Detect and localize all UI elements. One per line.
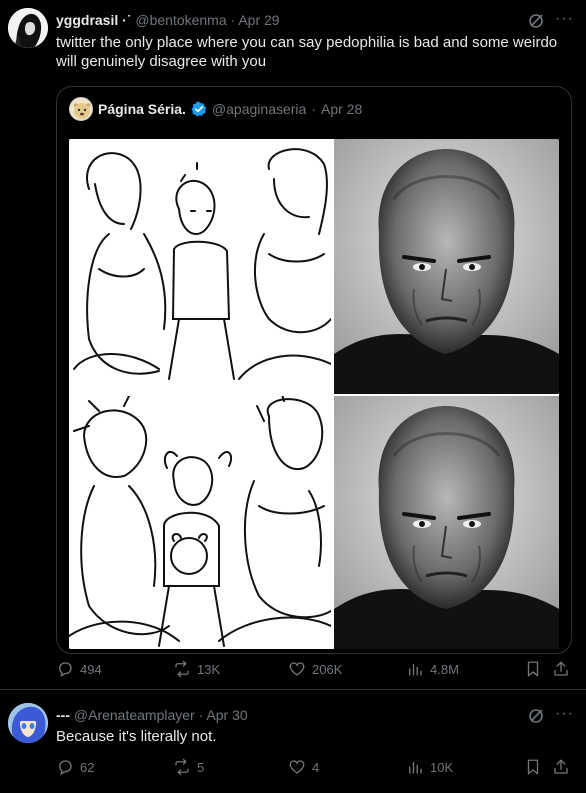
bookmark-icon: [527, 661, 539, 677]
tweet-actions: 494 13K 206K 4.8M: [56, 660, 572, 680]
quoted-tweet-header: Página Séria. @apaginaseria · Apr 28: [69, 97, 362, 121]
retweet-button[interactable]: 13K: [173, 660, 220, 678]
avatar[interactable]: [8, 8, 48, 48]
bookmark-icon: [527, 759, 539, 775]
more-icon[interactable]: ···: [555, 705, 574, 723]
separator: ·: [198, 707, 204, 723]
name-suffix: ·˙: [122, 12, 132, 28]
like-button[interactable]: 4: [288, 758, 319, 776]
like-count: 4: [312, 759, 320, 775]
media-image-grid[interactable]: [69, 139, 559, 649]
quoted-tweet[interactable]: Página Séria. @apaginaseria · Apr 28: [56, 86, 572, 654]
display-name[interactable]: yggdrasil: [56, 12, 118, 28]
grok-icon[interactable]: [528, 13, 544, 29]
handle[interactable]: @bentokenma: [135, 12, 226, 28]
retweet-icon: [175, 758, 189, 776]
reply-count: 494: [80, 661, 102, 677]
like-icon: [289, 662, 305, 676]
view-count: 10K: [430, 759, 454, 775]
views-button[interactable]: 4.8M: [406, 660, 459, 678]
retweet-icon: [175, 660, 189, 678]
bookmark-button[interactable]: [524, 758, 542, 776]
display-name[interactable]: ---: [56, 707, 70, 723]
share-icon: [554, 661, 568, 676]
bookmark-button[interactable]: [524, 660, 542, 678]
tweet-text: twitter the only place where you can say…: [56, 34, 558, 70]
timestamp[interactable]: Apr 29: [238, 12, 279, 28]
retweet-count: 5: [197, 759, 205, 775]
share-button[interactable]: [552, 758, 570, 776]
like-button[interactable]: 206K: [288, 660, 342, 678]
timestamp[interactable]: Apr 28: [321, 101, 362, 117]
display-name[interactable]: Página Séria.: [98, 101, 186, 117]
share-button[interactable]: [552, 660, 570, 678]
retweet-count: 13K: [197, 661, 221, 677]
reply-button[interactable]: 62: [56, 758, 94, 776]
separator: ·: [230, 12, 236, 28]
views-icon: [409, 663, 422, 676]
reply-count: 62: [80, 759, 95, 775]
avatar[interactable]: [69, 97, 93, 121]
view-count: 4.8M: [430, 661, 459, 677]
tweet-header: --- @Arenateamplayer · Apr 30: [56, 707, 248, 723]
tweet-actions: 62 5 4 10K: [56, 758, 572, 778]
photo-image: [334, 139, 559, 394]
handle[interactable]: @apaginaseria: [212, 101, 306, 117]
grok-icon[interactable]: [528, 708, 544, 724]
share-icon: [554, 759, 568, 774]
separator: ·: [311, 101, 316, 117]
more-icon[interactable]: ···: [555, 10, 574, 28]
tweet-header: yggdrasil ·˙ @bentokenma · Apr 29: [56, 12, 280, 28]
sketch-image: [69, 139, 331, 394]
views-icon: [409, 761, 422, 774]
timestamp[interactable]: Apr 30: [206, 707, 247, 723]
verified-badge-icon: [191, 101, 207, 117]
sketch-image: [69, 396, 331, 649]
reply-icon: [59, 760, 72, 776]
avatar[interactable]: [8, 703, 48, 743]
handle[interactable]: @Arenateamplayer: [74, 707, 195, 723]
views-button[interactable]: 10K: [406, 758, 453, 776]
like-icon: [289, 760, 305, 774]
reply-icon: [59, 662, 72, 678]
like-count: 206K: [312, 661, 343, 677]
photo-image: [334, 396, 559, 649]
tweet-main[interactable]: yggdrasil ·˙ @bentokenma · Apr 29 ··· tw…: [0, 0, 586, 690]
tweet-text: Because it's literally not.: [56, 728, 217, 745]
reply-button[interactable]: 494: [56, 660, 102, 678]
retweet-button[interactable]: 5: [173, 758, 204, 776]
